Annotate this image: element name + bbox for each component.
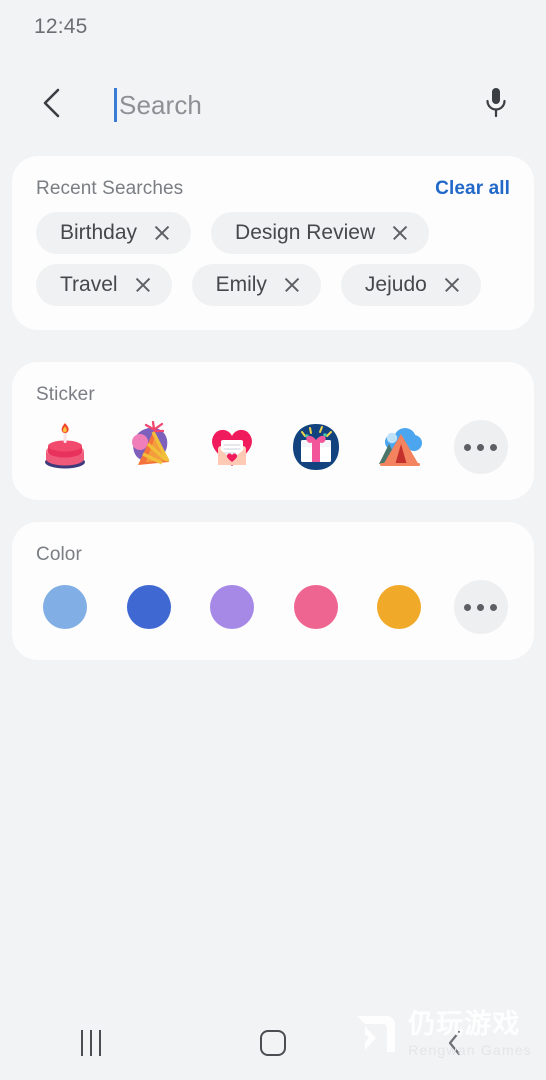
recent-search-chip[interactable]: Travel [36, 264, 172, 306]
close-icon[interactable] [443, 276, 461, 294]
chip-label: Design Review [235, 221, 376, 244]
party-hat-sticker [131, 420, 170, 465]
microphone-icon [483, 86, 509, 125]
search-placeholder: Search [119, 89, 202, 120]
chip-label: Birthday [60, 221, 138, 244]
sticker-header: Sticker [36, 384, 510, 406]
sticker-card: Sticker [12, 362, 534, 500]
color-header: Color [36, 544, 510, 566]
chip-label: Emily [215, 273, 267, 296]
color-swatch [377, 585, 422, 629]
more-sticker-button[interactable] [453, 420, 508, 474]
chevron-left-icon [40, 86, 64, 125]
recent-searches-chips: Birthday Design Review Travel Emily Jeju… [36, 212, 510, 306]
color-swatch [210, 585, 255, 629]
recent-searches-card: Recent Searches Clear all Birthday Desig… [12, 156, 534, 330]
recent-searches-title: Recent Searches [36, 178, 184, 199]
sticker-party-hat[interactable] [120, 418, 178, 476]
more-color-button[interactable] [453, 580, 508, 634]
recent-searches-header: Recent Searches Clear all [36, 178, 510, 200]
home-icon [260, 1030, 286, 1056]
color-swatch [43, 585, 87, 629]
status-clock: 12:45 [34, 15, 88, 38]
close-icon[interactable] [283, 276, 301, 294]
nav-back-button[interactable] [364, 1006, 546, 1080]
gift-box-sticker [292, 424, 339, 470]
text-cursor [114, 88, 117, 122]
ellipsis-dot-icon [477, 603, 485, 611]
sticker-title: Sticker [36, 384, 95, 405]
close-icon[interactable] [391, 224, 409, 242]
recent-search-chip[interactable]: Emily [191, 264, 321, 306]
color-swatch-light-blue[interactable] [36, 578, 94, 636]
back-button[interactable] [30, 83, 74, 127]
status-bar: 12:45 [0, 0, 546, 54]
recent-search-chip[interactable]: Jejudo [340, 264, 481, 306]
recents-icon [81, 1030, 101, 1056]
close-icon[interactable] [134, 276, 152, 294]
chip-row: Birthday Design Review [36, 212, 510, 254]
color-row [36, 578, 510, 636]
color-card: Color [12, 522, 534, 660]
ellipsis-dot-icon [490, 603, 498, 611]
ellipsis-dot-icon [464, 443, 472, 451]
system-navigation-bar [0, 1006, 546, 1080]
color-swatch-purple[interactable] [203, 578, 261, 636]
back-icon [446, 1029, 464, 1057]
clear-all-button[interactable]: Clear all [435, 178, 510, 200]
recent-search-chip[interactable]: Design Review [211, 212, 430, 254]
chip-label: Travel [60, 273, 118, 296]
sticker-row [36, 418, 510, 476]
nav-recents-button[interactable] [0, 1006, 182, 1080]
color-swatch [293, 585, 338, 629]
camping-tent-sticker [379, 428, 423, 466]
color-swatch-orange[interactable] [370, 578, 428, 636]
nav-home-button[interactable] [182, 1006, 364, 1080]
close-icon[interactable] [153, 224, 171, 242]
love-letter-sticker [212, 429, 253, 466]
search-bar: Search [0, 54, 546, 156]
chip-row: Travel Emily Jejudo [36, 264, 510, 306]
sticker-camping-tent[interactable] [370, 418, 428, 476]
color-swatch-pink[interactable] [287, 578, 345, 636]
recent-search-chip[interactable]: Birthday [36, 212, 192, 254]
sticker-gift-box[interactable] [287, 418, 345, 476]
color-swatch-blue[interactable] [120, 578, 178, 636]
birthday-cake-sticker [45, 423, 85, 469]
color-swatch [126, 585, 171, 629]
search-input[interactable]: Search [74, 83, 474, 127]
chip-label: Jejudo [364, 273, 427, 296]
sticker-birthday-cake[interactable] [36, 418, 94, 476]
color-title: Color [36, 544, 82, 565]
sticker-love-letter[interactable] [203, 418, 261, 476]
ellipsis-dot-icon [477, 443, 485, 451]
voice-search-button[interactable] [474, 83, 518, 127]
ellipsis-dot-icon [490, 443, 498, 451]
ellipsis-dot-icon [464, 603, 472, 611]
